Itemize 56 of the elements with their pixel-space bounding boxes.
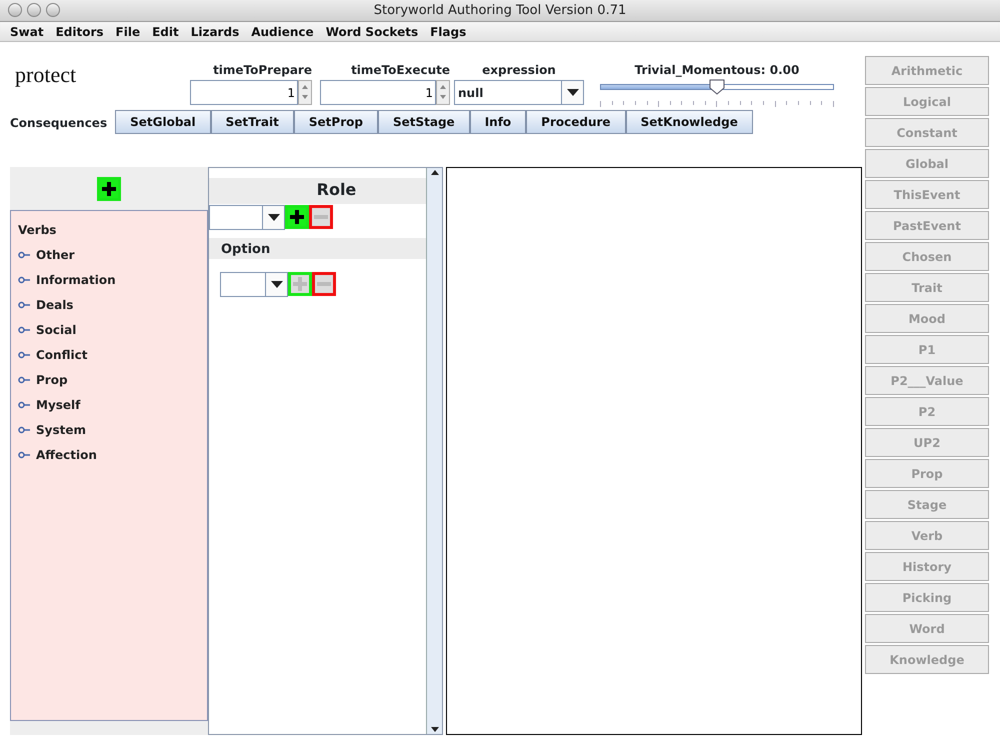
tree-item[interactable]: Conflict <box>36 346 88 364</box>
slider-label: Trivial_Momentous: 0.00 <box>634 62 800 79</box>
menu-item[interactable]: Edit <box>146 22 185 40</box>
consequence-button[interactable]: SetProp <box>294 110 378 134</box>
consequence-button[interactable]: SetGlobal <box>115 110 211 134</box>
add-button[interactable] <box>285 205 309 229</box>
tree-item[interactable]: System <box>36 420 86 438</box>
tree-item[interactable]: Prop <box>36 370 68 388</box>
number-spinner[interactable]: 1 <box>190 80 298 105</box>
add-button[interactable] <box>97 176 121 200</box>
plus-icon <box>290 210 304 224</box>
verb-name: protect <box>14 61 78 89</box>
consequence-button[interactable]: Procedure <box>526 110 626 134</box>
role-dropdown[interactable] <box>209 205 285 230</box>
caret-icon <box>270 281 282 288</box>
menu-item[interactable]: File <box>110 22 146 40</box>
expression-dropdown[interactable]: null <box>454 80 584 105</box>
caret-icon <box>566 89 578 96</box>
menu-item[interactable]: Swat <box>4 22 50 40</box>
spinner-arrows-icon[interactable] <box>436 80 450 105</box>
number-spinner[interactable]: 1 <box>320 80 436 105</box>
scrollbar[interactable] <box>426 168 442 734</box>
section-title: Role <box>209 178 426 204</box>
window-title: Storyworld Authoring Tool Version 0.71 <box>374 2 626 20</box>
tree-item[interactable]: Social <box>36 320 76 338</box>
menu-item[interactable]: Audience <box>245 22 320 40</box>
tree-root[interactable]: Verbs <box>16 217 202 242</box>
menu-item[interactable]: Editors <box>50 22 110 40</box>
tree-item[interactable]: Deals <box>36 296 74 314</box>
tree-item[interactable]: Affection <box>36 446 97 464</box>
spinner-arrows-icon[interactable] <box>298 80 312 105</box>
field-label: timeToPrepare <box>213 62 312 79</box>
menu-item[interactable]: Word Sockets <box>320 22 424 40</box>
tree-item[interactable]: Information <box>36 270 116 288</box>
scroll-down-icon[interactable] <box>430 724 440 734</box>
minus-icon <box>314 215 328 219</box>
menu-item[interactable]: Lizards <box>184 22 246 40</box>
tree-item[interactable]: Myself <box>36 396 80 414</box>
caret-icon <box>268 214 280 221</box>
menu-item[interactable]: Flags <box>424 22 472 40</box>
consequence-button[interactable]: SetStage <box>378 110 470 134</box>
role-dropdown[interactable] <box>220 272 288 297</box>
plus-icon <box>102 182 116 196</box>
consequence-button[interactable]: SetTrait <box>210 110 294 134</box>
section-title: Option <box>209 238 426 259</box>
tree-item[interactable]: Other <box>36 246 75 264</box>
field-label: timeToExecute <box>351 62 450 79</box>
scroll-up-icon[interactable] <box>430 168 440 178</box>
window-buttons-icon[interactable] <box>8 3 60 17</box>
consequence-button[interactable]: Info <box>470 110 526 134</box>
plus-icon <box>293 277 307 291</box>
consequence-button[interactable]: SetKnowledge <box>626 110 753 134</box>
consequences-label: Consequences <box>10 115 108 132</box>
field-label: expression <box>482 62 556 79</box>
minus-icon <box>317 282 331 286</box>
slider-thumb[interactable] <box>709 79 725 95</box>
